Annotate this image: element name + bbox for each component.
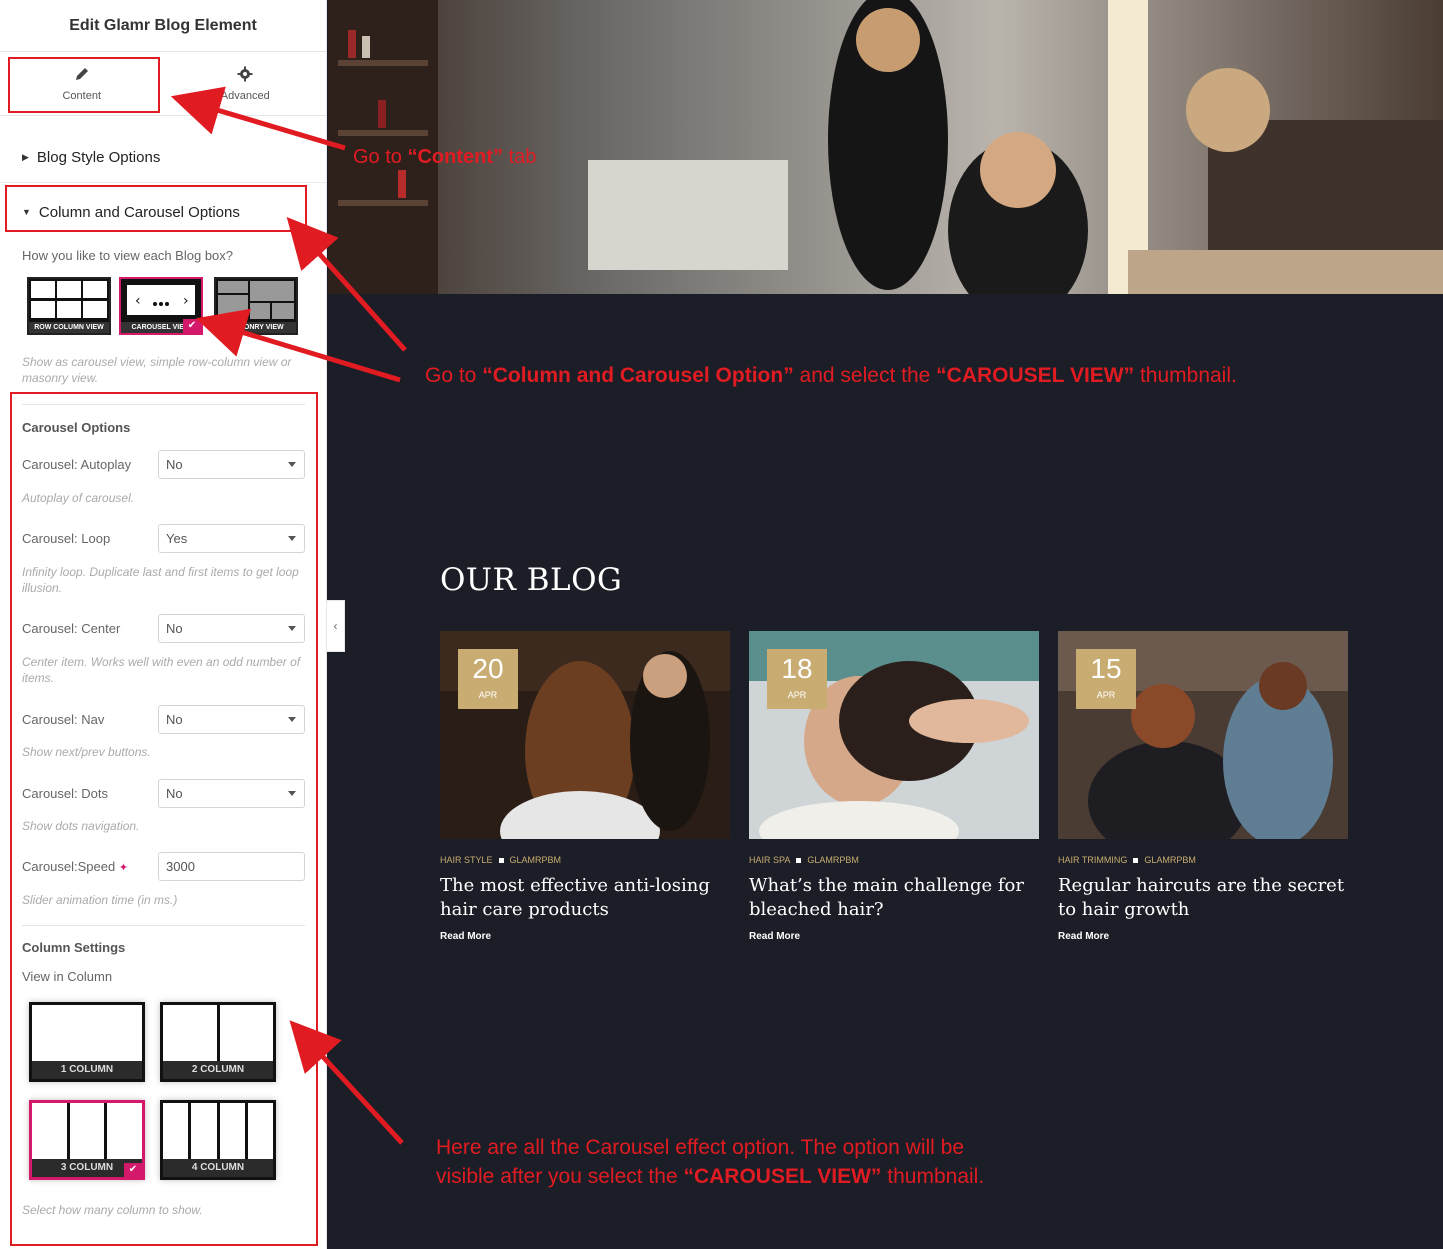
annotation-content-tab: Go to “Content” tab (353, 146, 537, 168)
annotation-arrows (170, 86, 407, 1145)
arrow-to-column-carousel (286, 217, 407, 352)
arrow-to-carousel-options (289, 1020, 404, 1145)
arrow-to-content-tab (170, 86, 346, 151)
arrow-to-carousel-view (195, 308, 401, 383)
annotation-carousel-options: Here are all the Carousel effect option.… (436, 1136, 985, 1188)
annotation-carousel-view: Go to “Column and Carousel Option” and s… (425, 364, 1237, 387)
